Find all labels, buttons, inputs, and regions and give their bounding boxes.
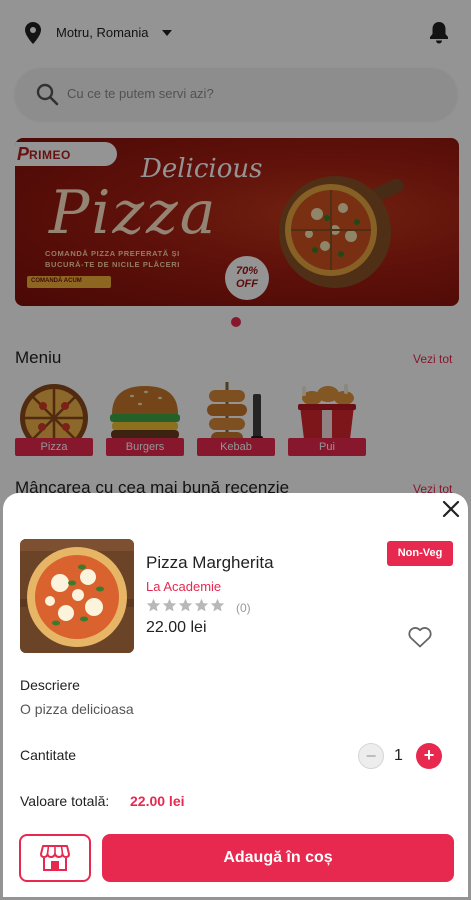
- star-empty-icon: [146, 598, 161, 612]
- description-text: O pizza delicioasa: [20, 701, 134, 717]
- product-price: 22.00 lei: [146, 619, 207, 636]
- add-to-cart-button[interactable]: Adaugă în coș: [102, 834, 454, 882]
- diet-badge: Non-Veg: [387, 541, 453, 566]
- product-bottom-sheet: Pizza Margherita La Academie (0) 22.00 l…: [3, 493, 468, 897]
- restaurant-link[interactable]: La Academie: [146, 579, 221, 594]
- total-label: Valoare totală:: [20, 793, 110, 809]
- plus-icon: +: [423, 745, 435, 765]
- total-value: 22.00 lei: [130, 793, 185, 809]
- rating-count: (0): [236, 601, 251, 615]
- star-empty-icon: [162, 598, 177, 612]
- star-empty-icon: [210, 598, 225, 612]
- quantity-increase-button[interactable]: +: [416, 743, 442, 769]
- minus-icon: −: [365, 746, 377, 766]
- product-name: Pizza Margherita: [146, 553, 274, 572]
- quantity-decrease-button[interactable]: −: [358, 743, 384, 769]
- star-empty-icon: [178, 598, 193, 612]
- star-empty-icon: [194, 598, 209, 612]
- heart-outline-icon[interactable]: [407, 625, 433, 649]
- product-image: [20, 539, 134, 653]
- store-button[interactable]: [19, 834, 91, 882]
- store-icon: [40, 845, 70, 871]
- description-label: Descriere: [20, 677, 80, 693]
- quantity-label: Cantitate: [20, 747, 77, 763]
- pizza-photo: [20, 539, 134, 653]
- quantity-value: 1: [394, 747, 403, 764]
- close-icon[interactable]: [441, 499, 461, 519]
